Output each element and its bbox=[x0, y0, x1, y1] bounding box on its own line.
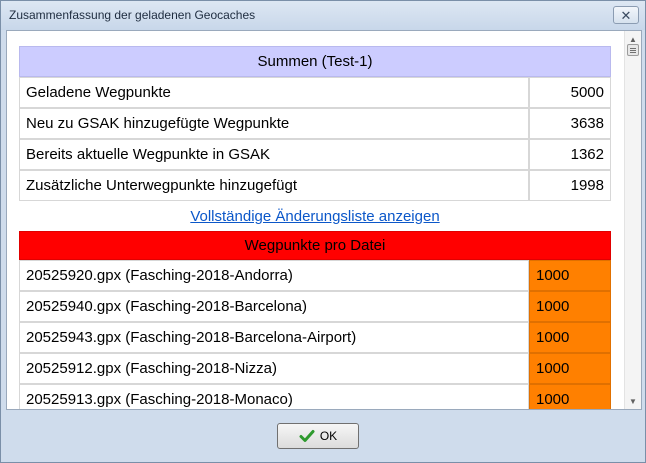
report-content: Summen (Test-1) Geladene Wegpunkte 5000 … bbox=[19, 46, 611, 409]
file-row: 20525920.gpx (Fasching-2018-Andorra) 100… bbox=[19, 260, 611, 291]
check-icon bbox=[299, 430, 315, 442]
window-title: Zusammenfassung der geladenen Geocaches bbox=[9, 8, 256, 22]
dialog-window: Zusammenfassung der geladenen Geocaches … bbox=[0, 0, 646, 463]
ok-button[interactable]: OK bbox=[277, 423, 359, 449]
file-row-count: 1000 bbox=[529, 291, 611, 322]
ok-button-label: OK bbox=[319, 429, 338, 443]
file-row-label: 20525920.gpx (Fasching-2018-Andorra) bbox=[19, 260, 529, 291]
summary-row: Geladene Wegpunkte 5000 bbox=[19, 77, 611, 108]
summary-row-value: 1362 bbox=[529, 139, 611, 170]
scroll-thumb-grip-icon bbox=[630, 49, 636, 51]
close-button[interactable]: ✕ bbox=[613, 6, 639, 24]
summary-row-label: Geladene Wegpunkte bbox=[19, 77, 529, 108]
button-bar: OK bbox=[1, 411, 645, 462]
vertical-scrollbar[interactable]: ▲ ▼ bbox=[624, 31, 641, 409]
scroll-thumb[interactable] bbox=[627, 44, 639, 56]
summary-row-label: Neu zu GSAK hinzugefügte Wegpunkte bbox=[19, 108, 529, 139]
title-bar[interactable]: Zusammenfassung der geladenen Geocaches … bbox=[1, 1, 645, 30]
file-row-label: 20525913.gpx (Fasching-2018-Monaco) bbox=[19, 384, 529, 409]
summary-row: Neu zu GSAK hinzugefügte Wegpunkte 3638 bbox=[19, 108, 611, 139]
file-row-label: 20525940.gpx (Fasching-2018-Barcelona) bbox=[19, 291, 529, 322]
change-list-link[interactable]: Vollständige Änderungsliste anzeigen bbox=[190, 208, 439, 225]
scroll-thumb-grip-icon bbox=[630, 47, 636, 49]
file-row: 20525913.gpx (Fasching-2018-Monaco) 1000 bbox=[19, 384, 611, 409]
file-row-count: 1000 bbox=[529, 353, 611, 384]
file-row: 20525943.gpx (Fasching-2018-Barcelona-Ai… bbox=[19, 322, 611, 353]
summary-row-label: Bereits aktuelle Wegpunkte in GSAK bbox=[19, 139, 529, 170]
file-row-count: 1000 bbox=[529, 260, 611, 291]
summary-header: Summen (Test-1) bbox=[19, 46, 611, 77]
summary-row-label: Zusätzliche Unterwegpunkte hinzugefügt bbox=[19, 170, 529, 201]
file-row-count: 1000 bbox=[529, 322, 611, 353]
file-row-count: 1000 bbox=[529, 384, 611, 409]
per-file-header: Wegpunkte pro Datei bbox=[19, 231, 611, 260]
file-row-label: 20525943.gpx (Fasching-2018-Barcelona-Ai… bbox=[19, 322, 529, 353]
change-list-link-row: Vollständige Änderungsliste anzeigen bbox=[19, 201, 611, 231]
summary-row-value: 1998 bbox=[529, 170, 611, 201]
file-row: 20525940.gpx (Fasching-2018-Barcelona) 1… bbox=[19, 291, 611, 322]
summary-row-value: 5000 bbox=[529, 77, 611, 108]
close-icon: ✕ bbox=[620, 7, 632, 23]
summary-row: Zusätzliche Unterwegpunkte hinzugefügt 1… bbox=[19, 170, 611, 201]
scroll-down-arrow-icon[interactable]: ▼ bbox=[625, 393, 641, 409]
summary-row-value: 3638 bbox=[529, 108, 611, 139]
summary-row: Bereits aktuelle Wegpunkte in GSAK 1362 bbox=[19, 139, 611, 170]
scroll-thumb-grip-icon bbox=[630, 51, 636, 53]
report-panel: Summen (Test-1) Geladene Wegpunkte 5000 … bbox=[6, 30, 642, 410]
file-row-label: 20525912.gpx (Fasching-2018-Nizza) bbox=[19, 353, 529, 384]
file-row: 20525912.gpx (Fasching-2018-Nizza) 1000 bbox=[19, 353, 611, 384]
